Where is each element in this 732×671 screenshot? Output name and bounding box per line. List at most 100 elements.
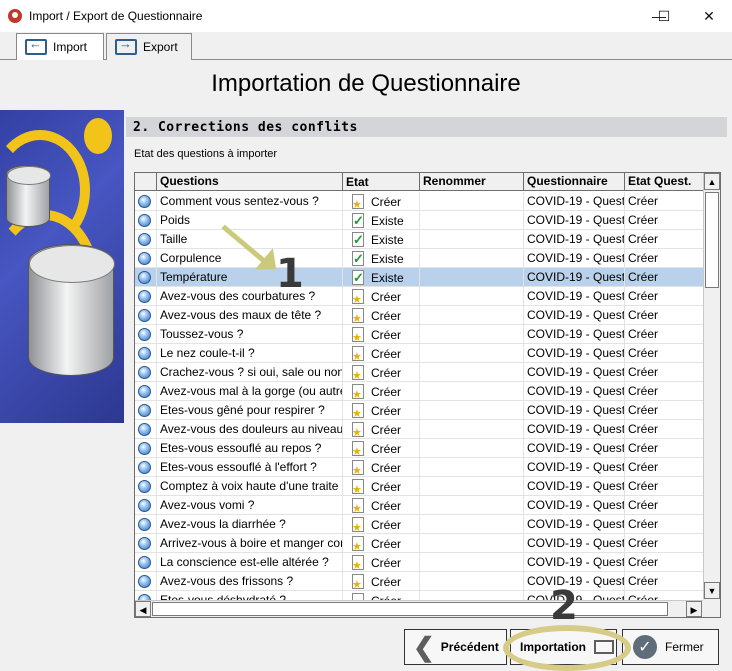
- cell-etat[interactable]: Créer: [343, 515, 420, 534]
- table-row[interactable]: Crachez-vous ? si oui, sale ou non ? Crée…: [135, 363, 703, 382]
- close-button[interactable]: ✕: [686, 0, 732, 32]
- cell-etat[interactable]: Créer: [343, 477, 420, 496]
- table-row[interactable]: Avez-vous vomi ?CréerCOVID-19 - Quest. I…: [135, 496, 703, 515]
- cell-question[interactable]: Crachez-vous ? si oui, sale ou non ?: [157, 363, 343, 382]
- table-row[interactable]: Le nez coule-t-il ?CréerCOVID-19 - Quest…: [135, 344, 703, 363]
- table-row[interactable]: Toussez-vous ?CréerCOVID-19 - Quest. ICr…: [135, 325, 703, 344]
- cell-renommer[interactable]: [420, 401, 524, 420]
- cell-etat[interactable]: Créer: [343, 420, 420, 439]
- cell-questionnaire[interactable]: COVID-19 - Quest. I: [524, 230, 625, 249]
- cell-questionnaire[interactable]: COVID-19 - Quest. I: [524, 192, 625, 211]
- cell-renommer[interactable]: [420, 534, 524, 553]
- scroll-down-arrow-icon[interactable]: ▼: [704, 582, 720, 599]
- cell-renommer[interactable]: [420, 306, 524, 325]
- cell-question[interactable]: Etes-vous essouflé au repos ?: [157, 439, 343, 458]
- cell-etat-quest[interactable]: Créer: [625, 534, 703, 553]
- cell-questionnaire[interactable]: COVID-19 - Quest. I: [524, 553, 625, 572]
- cell-question[interactable]: Poids: [157, 211, 343, 230]
- cell-etat-quest[interactable]: Créer: [625, 477, 703, 496]
- cell-etat[interactable]: Créer: [343, 534, 420, 553]
- cell-etat-quest[interactable]: Créer: [625, 344, 703, 363]
- cell-etat-quest[interactable]: Créer: [625, 287, 703, 306]
- cell-etat[interactable]: Créer: [343, 325, 420, 344]
- cell-etat-quest[interactable]: Créer: [625, 439, 703, 458]
- cell-etat-quest[interactable]: Créer: [625, 325, 703, 344]
- table-row[interactable]: Poids Existe COVID-19 - Quest. ICréer: [135, 211, 703, 230]
- maximize-button[interactable]: ☐: [641, 0, 687, 32]
- cell-questionnaire[interactable]: COVID-19 - Quest. I: [524, 249, 625, 268]
- cell-renommer[interactable]: [420, 249, 524, 268]
- cell-etat-quest[interactable]: Créer: [625, 572, 703, 591]
- cell-etat-quest[interactable]: Créer: [625, 382, 703, 401]
- cell-etat[interactable]: Existe: [343, 249, 420, 268]
- cell-questionnaire[interactable]: COVID-19 - Quest. I: [524, 496, 625, 515]
- scroll-left-arrow-icon[interactable]: ◀: [135, 601, 151, 617]
- cell-etat-quest[interactable]: Créer: [625, 458, 703, 477]
- cell-etat[interactable]: Créer: [343, 382, 420, 401]
- cell-etat-quest[interactable]: Créer: [625, 306, 703, 325]
- column-header-questions[interactable]: Questions: [157, 173, 343, 191]
- table-row[interactable]: TailleExisteCOVID-19 - Quest. ICréer: [135, 230, 703, 249]
- cell-questionnaire[interactable]: COVID-19 - Quest. I: [524, 268, 625, 287]
- column-header-questionnaire[interactable]: Questionnaire: [524, 173, 625, 191]
- cell-etat[interactable]: Créer: [343, 553, 420, 572]
- cell-question[interactable]: Etes-vous essouflé à l'effort ?: [157, 458, 343, 477]
- table-row[interactable]: Etes-vous essouflé à l'effort ? CréerCOVI…: [135, 458, 703, 477]
- cell-etat[interactable]: Créer: [343, 572, 420, 591]
- cell-etat[interactable]: Créer: [343, 287, 420, 306]
- cell-etat-quest[interactable]: Créer: [625, 401, 703, 420]
- cell-question[interactable]: Toussez-vous ?: [157, 325, 343, 344]
- column-header-etat-quest[interactable]: Etat Quest.: [625, 173, 703, 191]
- cell-questionnaire[interactable]: COVID-19 - Quest. I: [524, 515, 625, 534]
- cell-etat[interactable]: Créer: [343, 306, 420, 325]
- table-row[interactable]: Comment vous sentez-vous ?CréerCOVID-19 …: [135, 192, 703, 211]
- cell-question[interactable]: Etes-vous gêné pour respirer ?: [157, 401, 343, 420]
- cell-questionnaire[interactable]: COVID-19 - Quest. I: [524, 534, 625, 553]
- table-row[interactable]: CorpulenceExisteCOVID-19 - Quest. ICréer: [135, 249, 703, 268]
- close-dialog-button[interactable]: ✓ Fermer: [622, 629, 719, 665]
- cell-etat[interactable]: Créer: [343, 192, 420, 211]
- vertical-scroll-thumb[interactable]: [705, 192, 719, 288]
- table-row[interactable]: Avez-vous des frissons ?CréerCOVID-19 - …: [135, 572, 703, 591]
- cell-renommer[interactable]: [420, 211, 524, 230]
- cell-question[interactable]: Avez-vous mal à la gorge (ou autres si: [157, 382, 343, 401]
- cell-etat[interactable]: Créer: [343, 439, 420, 458]
- cell-etat-quest[interactable]: Créer: [625, 268, 703, 287]
- cell-question[interactable]: Avez-vous des frissons ?: [157, 572, 343, 591]
- cell-etat-quest[interactable]: Créer: [625, 249, 703, 268]
- questions-grid[interactable]: Questions Etat Renommer Questionnaire Et…: [134, 172, 721, 618]
- cell-questionnaire[interactable]: COVID-19 - Quest. I: [524, 439, 625, 458]
- cell-questionnaire[interactable]: COVID-19 - Quest. I: [524, 287, 625, 306]
- vertical-scrollbar[interactable]: ▲ ▼: [703, 173, 720, 600]
- cell-etat-quest[interactable]: Créer: [625, 211, 703, 230]
- cell-questionnaire[interactable]: COVID-19 - Quest. I: [524, 306, 625, 325]
- cell-etat[interactable]: Existe: [343, 268, 420, 287]
- cell-etat[interactable]: Créer: [343, 401, 420, 420]
- table-row[interactable]: La conscience est-elle altérée ?CréerCOV…: [135, 553, 703, 572]
- cell-renommer[interactable]: [420, 192, 524, 211]
- cell-questionnaire[interactable]: COVID-19 - Quest. I: [524, 458, 625, 477]
- cell-renommer[interactable]: [420, 268, 524, 287]
- cell-renommer[interactable]: [420, 515, 524, 534]
- cell-renommer[interactable]: [420, 477, 524, 496]
- cell-questionnaire[interactable]: COVID-19 - Quest. I: [524, 401, 625, 420]
- cell-questionnaire[interactable]: COVID-19 - Quest. I: [524, 211, 625, 230]
- cell-etat-quest[interactable]: Créer: [625, 496, 703, 515]
- table-row[interactable]: Avez-vous la diarrhée ?Créer COVID-19 - Q…: [135, 515, 703, 534]
- table-row[interactable]: Avez-vous des douleurs au niveau du Créer…: [135, 420, 703, 439]
- cell-question[interactable]: Avez-vous des douleurs au niveau du: [157, 420, 343, 439]
- cell-question[interactable]: Température: [157, 268, 343, 287]
- table-row[interactable]: Etes-vous gêné pour respirer ?CréerCOVID…: [135, 401, 703, 420]
- cell-etat[interactable]: Créer: [343, 496, 420, 515]
- horizontal-scroll-thumb[interactable]: [152, 602, 668, 616]
- cell-renommer[interactable]: [420, 287, 524, 306]
- cell-question[interactable]: Avez-vous des courbatures ?: [157, 287, 343, 306]
- cell-renommer[interactable]: [420, 230, 524, 249]
- cell-question[interactable]: Avez-vous des maux de tête ?: [157, 306, 343, 325]
- tab-import[interactable]: Import: [16, 33, 104, 61]
- table-row[interactable]: Comptez à voix haute d'une traiteCréerCO…: [135, 477, 703, 496]
- cell-etat[interactable]: Existe: [343, 211, 420, 230]
- cell-question[interactable]: Le nez coule-t-il ?: [157, 344, 343, 363]
- cell-question[interactable]: Avez-vous la diarrhée ?: [157, 515, 343, 534]
- horizontal-scrollbar[interactable]: ◀ ▶: [135, 600, 703, 617]
